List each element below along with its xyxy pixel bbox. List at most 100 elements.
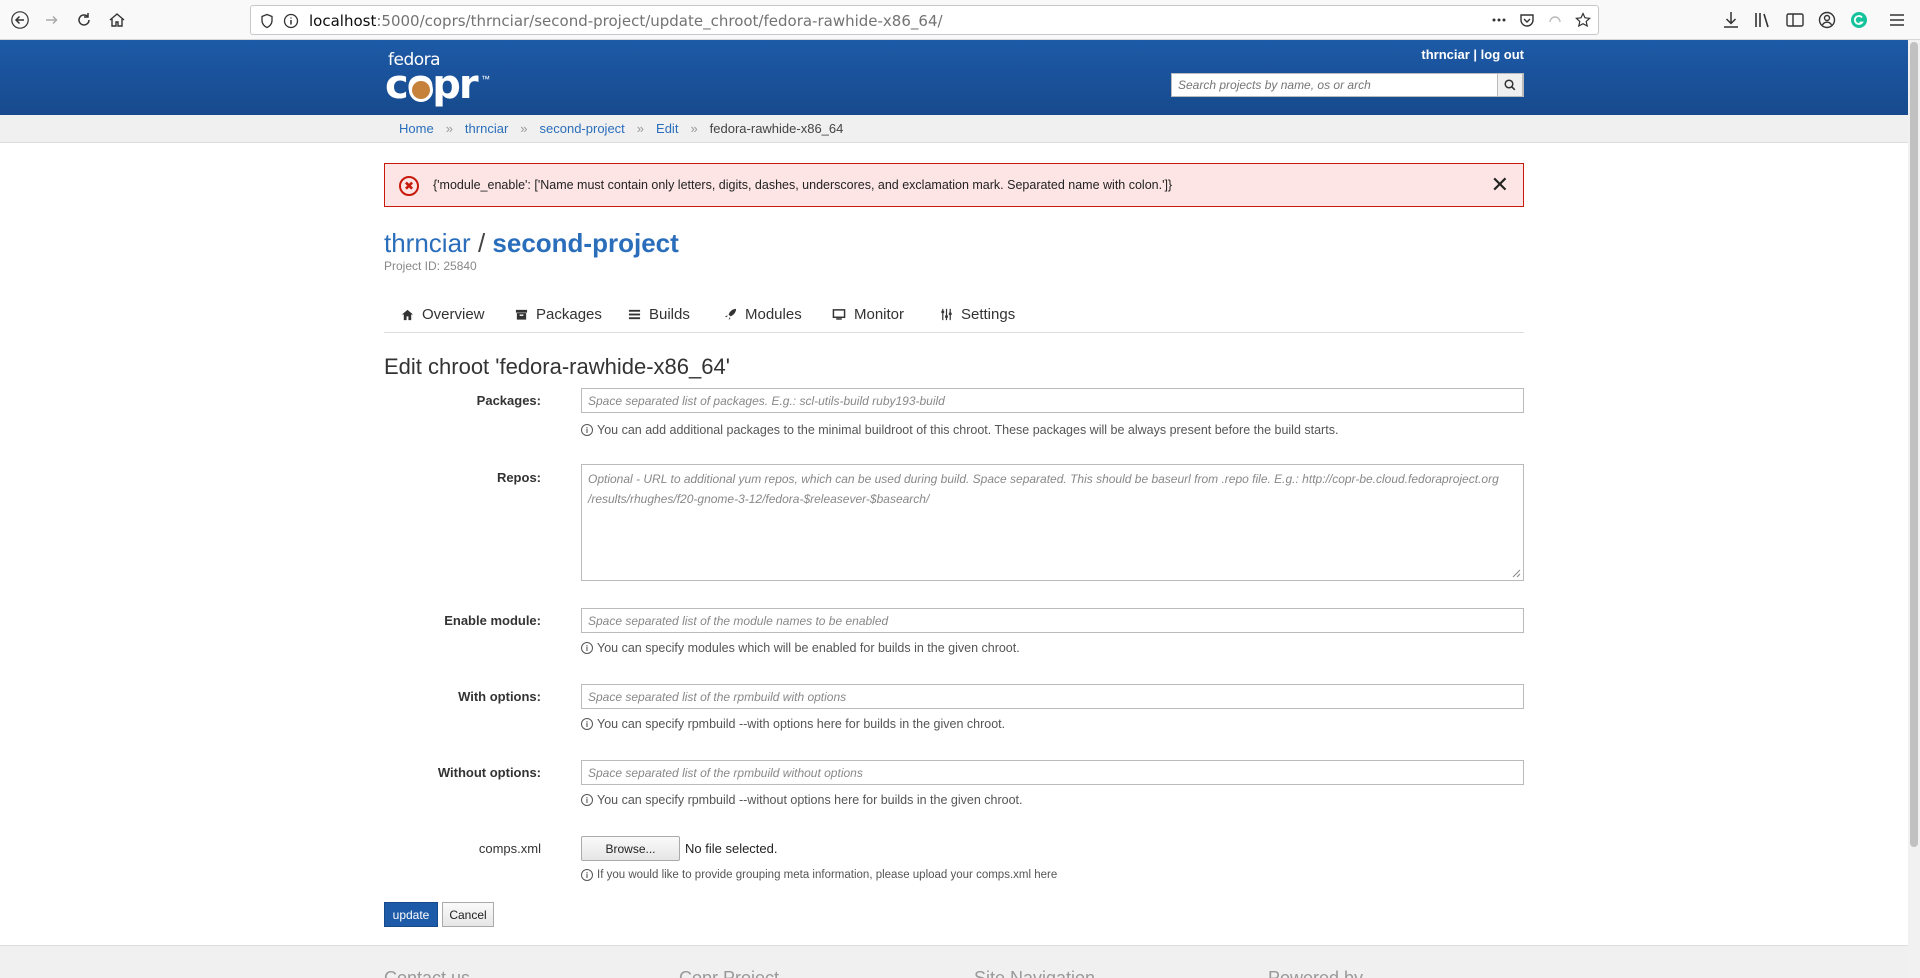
monitor-icon xyxy=(832,308,846,322)
without-options-placeholder: Space separated list of the rpmbuild wit… xyxy=(588,765,863,780)
breadcrumb-separator: » xyxy=(636,121,645,136)
search-input[interactable] xyxy=(1172,74,1498,96)
forward-icon[interactable] xyxy=(38,6,66,34)
tab-settings[interactable]: Settings xyxy=(939,306,1015,323)
back-icon[interactable] xyxy=(6,6,34,34)
url-host: localhost xyxy=(309,12,377,30)
resize-grip-icon[interactable] xyxy=(1511,568,1521,578)
error-message: {'module_enable': ['Name must contain on… xyxy=(433,178,1173,192)
repos-placeholder-line1: Optional - URL to additional yum repos, … xyxy=(588,472,1499,486)
packages-input[interactable]: Space separated list of packages. E.g.: … xyxy=(581,388,1524,413)
tab-overview[interactable]: Overview xyxy=(400,306,485,323)
logout-link[interactable]: log out xyxy=(1481,47,1524,62)
reload-icon[interactable] xyxy=(70,6,98,34)
footer-powered-by: Powered by xyxy=(1268,968,1364,978)
error-alert: ✖ {'module_enable': ['Name must contain … xyxy=(384,163,1524,207)
project-title: thrnciar / second-project xyxy=(384,228,679,259)
trademark-icon: ™ xyxy=(481,74,490,84)
user-links: thrnciar | log out xyxy=(1421,47,1524,62)
home-icon[interactable] xyxy=(103,6,131,34)
search-button[interactable] xyxy=(1497,73,1523,97)
home-icon xyxy=(400,308,414,322)
user-links-separator: | xyxy=(1473,47,1478,62)
without-options-input[interactable]: Space separated list of the rpmbuild wit… xyxy=(581,760,1524,785)
info-icon: i xyxy=(581,794,593,806)
without-options-help-text: You can specify rpmbuild --without optio… xyxy=(597,793,1023,807)
with-options-help-text: You can specify rpmbuild --with options … xyxy=(597,717,1006,731)
breadcrumb-bar: Home » thrnciar » second-project » Edit » fedora… xyxy=(0,115,1908,143)
sidebar-icon[interactable] xyxy=(1784,9,1806,31)
breadcrumb-home[interactable]: Home xyxy=(399,121,434,136)
enable-module-input[interactable]: Space separated list of the module names… xyxy=(581,608,1524,633)
packages-help-text: You can add additional packages to the m… xyxy=(597,423,1339,437)
more-actions-icon[interactable] xyxy=(1491,12,1507,28)
site-header: fedora copr ™ thrnciar | log out xyxy=(0,40,1908,115)
footer-copr-project: Copr Project xyxy=(679,968,780,978)
footer-site-navigation: Site Navigation xyxy=(974,968,1096,978)
list-icon xyxy=(627,308,641,322)
pocket-icon[interactable] xyxy=(1519,12,1535,28)
url-text[interactable]: localhost:5000/coprs/thrnciar/second-pro… xyxy=(309,12,943,30)
search-icon xyxy=(1504,79,1516,91)
bookmark-star-icon[interactable] xyxy=(1575,12,1591,28)
grammarly-icon[interactable] xyxy=(1848,9,1870,31)
url-bar[interactable]: localhost:5000/coprs/thrnciar/second-pro… xyxy=(250,5,1599,35)
repos-textarea[interactable]: Optional - URL to additional yum repos, … xyxy=(581,464,1524,581)
user-link[interactable]: thrnciar xyxy=(1421,47,1469,62)
repos-placeholder-line2: /results/rhughes/f20-gnome-3-12/fedora-$… xyxy=(588,492,930,506)
error-circle-icon: ✖ xyxy=(399,176,419,196)
form-title: Edit chroot 'fedora-rawhide-x86_64' xyxy=(384,354,730,379)
with-options-input[interactable]: Space separated list of the rpmbuild wit… xyxy=(581,684,1524,709)
info-icon: i xyxy=(581,424,593,436)
shield-icon[interactable] xyxy=(259,13,275,29)
close-alert-button[interactable]: ✕ xyxy=(1491,172,1509,198)
library-icon[interactable] xyxy=(1752,9,1774,31)
breadcrumb-separator: » xyxy=(690,121,698,136)
tab-builds[interactable]: Builds xyxy=(627,306,690,323)
update-button[interactable]: update xyxy=(384,902,438,927)
without-options-help: i You can specify rpmbuild --without opti… xyxy=(581,793,1022,807)
footer-contact-us: Contact us xyxy=(384,968,471,978)
breadcrumb: Home » thrnciar » second-project » Edit » fedora… xyxy=(399,121,843,136)
breadcrumb-project[interactable]: second-project xyxy=(540,121,625,136)
comps-help: i If you would like to provide grouping m… xyxy=(581,869,1057,881)
project-owner-link[interactable]: thrnciar xyxy=(384,228,471,258)
packages-help: i You can add additional packages to the … xyxy=(581,423,1338,437)
comps-label: comps.xml xyxy=(478,841,541,856)
tab-monitor[interactable]: Monitor xyxy=(832,306,904,323)
project-id: Project ID: 25840 xyxy=(384,259,477,273)
download-icon[interactable] xyxy=(1720,9,1742,31)
tab-packages[interactable]: Packages xyxy=(514,306,602,323)
cancel-button[interactable]: Cancel xyxy=(442,902,494,927)
tab-modules[interactable]: Modules xyxy=(723,306,802,323)
page-scrollbar[interactable] xyxy=(1908,40,1920,978)
url-path: :5000/coprs/thrnciar/second-project/upda… xyxy=(376,12,943,30)
tab-settings-label: Settings xyxy=(961,306,1016,323)
info-icon[interactable] xyxy=(283,13,299,29)
project-tabs: Overview Packages Builds Modules Monitor… xyxy=(384,300,1524,333)
account-icon[interactable] xyxy=(1816,9,1838,31)
menu-icon[interactable] xyxy=(1886,9,1908,31)
browse-button[interactable]: Browse... xyxy=(581,836,680,861)
enable-module-help-text: You can specify modules which will be en… xyxy=(597,641,1020,655)
repos-label: Repos: xyxy=(496,470,541,485)
packages-placeholder: Space separated list of packages. E.g.: … xyxy=(588,393,945,408)
coffee-bean-icon xyxy=(409,78,433,102)
scrollbar-thumb[interactable] xyxy=(1910,42,1918,847)
breadcrumb-edit[interactable]: Edit xyxy=(656,121,678,136)
with-options-label: With options: xyxy=(458,689,541,704)
comps-help-text: If you would like to provide grouping me… xyxy=(597,869,1058,881)
search-form xyxy=(1171,73,1524,97)
tab-overview-label: Overview xyxy=(422,306,485,323)
reader-icon[interactable] xyxy=(1547,12,1563,28)
breadcrumb-owner[interactable]: thrnciar xyxy=(465,121,508,136)
footer: Contact us Copr Project Site Navigation … xyxy=(0,945,1908,978)
enable-module-label: Enable module: xyxy=(444,613,541,628)
browser-toolbar: localhost:5000/coprs/thrnciar/second-pro… xyxy=(0,0,1920,40)
archive-icon xyxy=(514,308,528,322)
project-name-link[interactable]: second-project xyxy=(492,228,678,258)
with-options-help: i You can specify rpmbuild --with options… xyxy=(581,717,1005,731)
packages-label: Packages: xyxy=(476,393,541,408)
breadcrumb-separator: » xyxy=(520,121,528,136)
breadcrumb-separator: » xyxy=(445,121,453,136)
